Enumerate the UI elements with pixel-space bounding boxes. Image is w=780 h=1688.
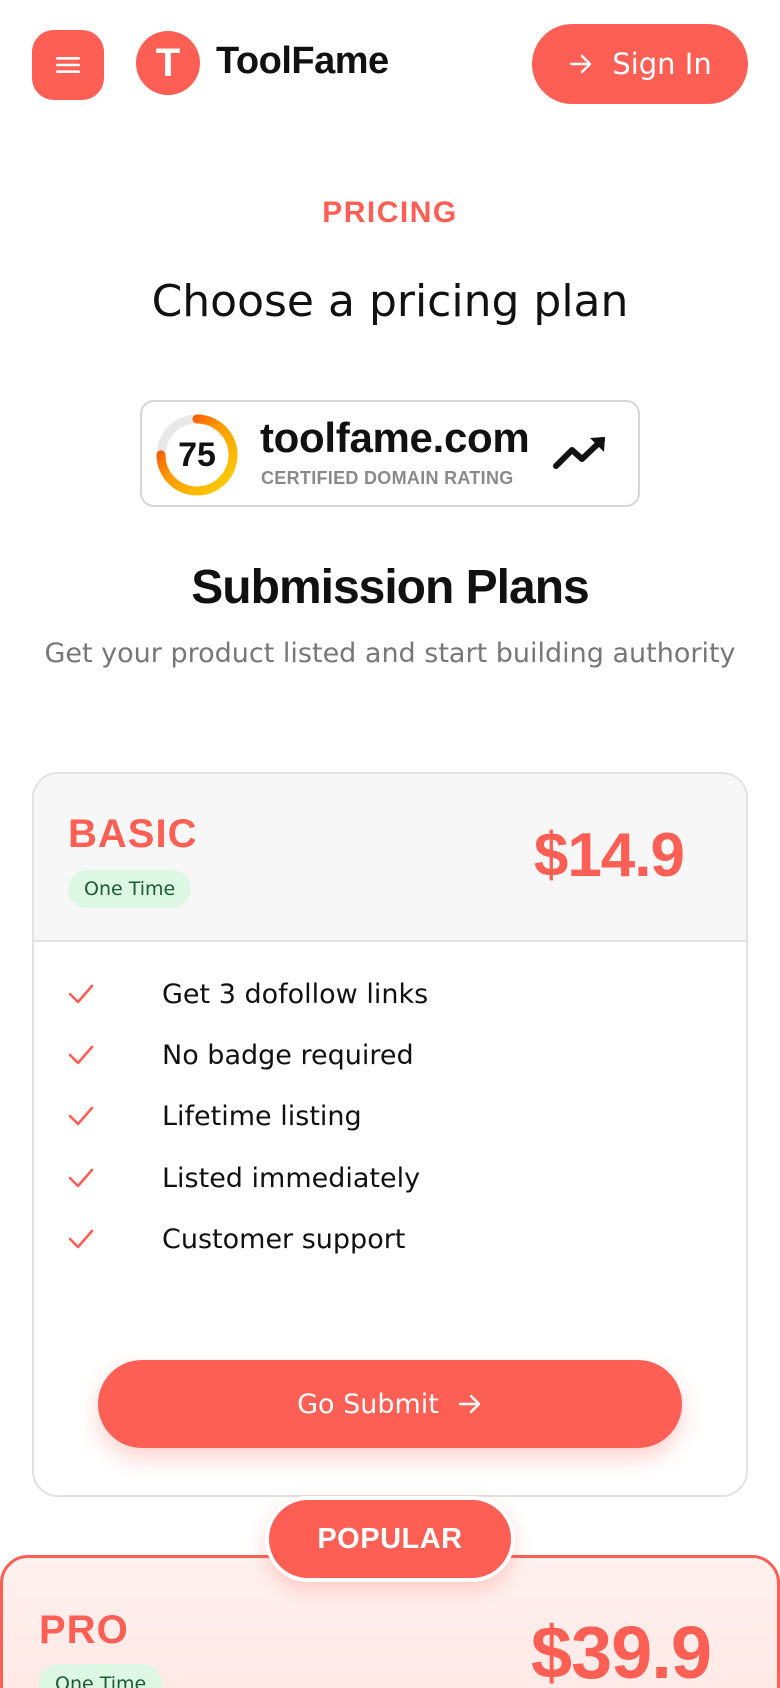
check-icon — [68, 1045, 94, 1065]
feature-text: Customer support — [162, 1223, 406, 1255]
check-icon — [68, 1168, 94, 1188]
popular-badge: POPULAR — [265, 1496, 515, 1582]
menu-button[interactable] — [32, 30, 104, 100]
feature-text: Get 3 dofollow links — [162, 978, 429, 1010]
plan-card-basic: BASIC One Time $14.9 Get 3 dofollow link… — [32, 772, 748, 1497]
billing-badge: One Time — [39, 1664, 163, 1688]
check-icon — [68, 1229, 94, 1249]
domain-rating-badge[interactable]: 75 toolfame.com CERTIFIED DOMAIN RATING — [140, 400, 640, 507]
go-submit-button[interactable]: Go Submit — [98, 1360, 682, 1448]
sign-in-button[interactable]: Sign In — [532, 24, 748, 104]
feature-text: No badge required — [162, 1039, 414, 1071]
brand-logo[interactable]: T — [136, 31, 200, 95]
section-subtitle: Get your product listed and start buildi… — [44, 638, 736, 669]
rating-caption: CERTIFIED DOMAIN RATING — [261, 468, 514, 488]
plan-card-header: BASIC One Time $14.9 — [34, 774, 746, 942]
top-header: T ToolFame Sign In — [0, 0, 780, 130]
feature-text: Lifetime listing — [162, 1100, 362, 1132]
plan-name: PRO — [39, 1608, 129, 1652]
page-title: Choose a pricing plan — [151, 276, 629, 327]
hamburger-menu-icon — [56, 57, 80, 73]
feature-text: Listed immediately — [162, 1162, 421, 1194]
rating-score: 75 — [178, 435, 216, 474]
feature-item: Get 3 dofollow links — [68, 974, 668, 1014]
feature-item: Listed immediately — [68, 1158, 668, 1198]
plan-price: $14.9 — [533, 821, 685, 890]
check-icon — [68, 1106, 94, 1126]
billing-badge: One Time — [68, 870, 192, 908]
feature-item: No badge required — [68, 1035, 668, 1075]
plan-name: BASIC — [68, 812, 198, 856]
logo-letter: T — [155, 41, 181, 85]
plan-price: $39.9 — [530, 1611, 712, 1688]
sign-in-label: Sign In — [612, 47, 712, 81]
arrow-right-icon — [570, 54, 592, 74]
check-icon — [68, 984, 94, 1004]
section-eyebrow: PRICING — [322, 196, 458, 229]
section-title: Submission Plans — [191, 561, 589, 614]
feature-item: Customer support — [68, 1219, 668, 1259]
domain-name: toolfame.com — [260, 414, 530, 461]
trending-up-icon — [553, 437, 605, 469]
go-submit-label: Go Submit — [297, 1388, 439, 1420]
brand-name[interactable]: ToolFame — [216, 40, 389, 83]
arrow-right-icon — [458, 1394, 481, 1414]
feature-item: Lifetime listing — [68, 1096, 668, 1136]
